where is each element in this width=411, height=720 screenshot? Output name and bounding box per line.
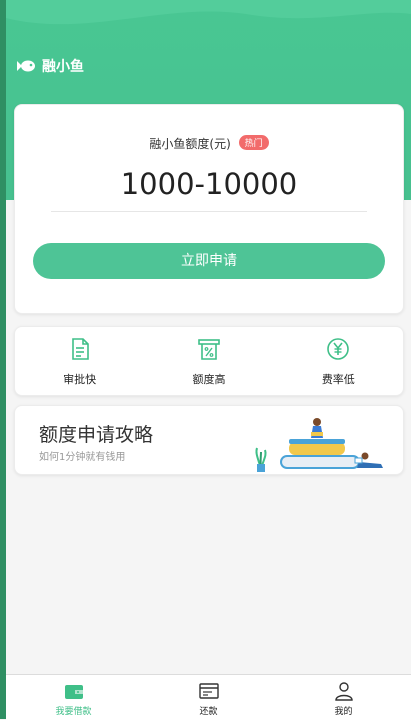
percent-receipt-icon [198,339,220,360]
brand: 融小鱼 [16,56,84,76]
tab-label: 还款 [199,707,218,717]
strategy-card[interactable]: 额度申请攻略 如何1分钟就有钱用 [14,405,404,475]
feature-low-rate[interactable]: 费率低 [274,327,403,395]
quota-label: 融小鱼额度(元) [149,137,231,151]
feature-fast-approval[interactable]: 审批快 [15,327,144,395]
feature-label: 额度高 [192,373,226,386]
tab-label: 我的 [334,707,353,717]
header-wave [6,0,411,25]
tab-label: 我要借款 [55,707,92,717]
quota-range: 1000-10000 [120,167,298,201]
fish-logo-icon [17,60,35,72]
bottom-tab-bar: 我要借款 还款 我的 [6,674,411,720]
quota-card: 融小鱼额度(元) 热门 1000-10000 立即申请 [14,104,404,314]
strategy-subtitle: 如何1分钟就有钱用 [39,452,126,463]
apply-now-button[interactable]: 立即申请 [33,243,385,279]
wallet-icon [64,685,83,699]
tab-repay[interactable]: 还款 [141,675,276,720]
reading-books-illustration [255,418,383,472]
features-card: 审批快 额度高 费率低 [14,326,404,396]
feature-label: 审批快 [63,373,97,386]
quota-label-row: 融小鱼额度(元) 热门 [15,135,403,152]
feature-high-quota[interactable]: 额度高 [144,327,273,395]
tab-mine[interactable]: 我的 [276,675,411,720]
user-icon [334,682,353,701]
feature-label: 费率低 [321,373,355,386]
divider [51,211,367,212]
document-icon [71,338,89,360]
bill-icon [198,683,219,699]
strategy-title: 额度申请攻略 [39,424,154,446]
brand-name: 融小鱼 [42,59,84,75]
hot-badge: 热门 [238,135,269,150]
tab-borrow[interactable]: 我要借款 [6,675,141,720]
yuan-circle-icon [327,338,350,360]
